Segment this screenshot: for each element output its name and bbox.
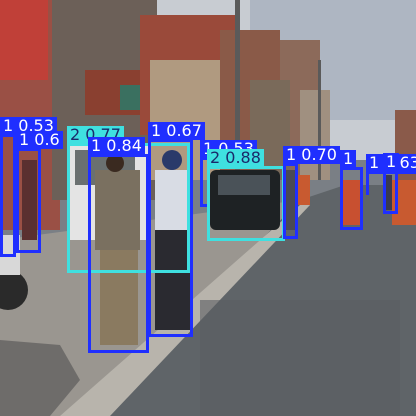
person-detection-box: 1 0.67 <box>148 122 205 337</box>
street-scene-photo: 1 0.53 1 0.6 2 0.77 1 0.67 1 0.84 1 0.53… <box>0 0 416 416</box>
person-detection-label: 1 0.6 <box>16 131 63 149</box>
person-detection-label: 1 0.67 <box>148 122 205 140</box>
person-detection-label: 1 <box>383 153 400 171</box>
person-detection-box: 1 0.6 <box>16 131 63 253</box>
person-detection-box: 1 <box>383 153 400 214</box>
person-detection-label: 1 0.84 <box>88 137 145 155</box>
car-detection-box: 2 0.88 <box>207 149 285 241</box>
person-detection-box: 1 0.53 <box>0 117 57 257</box>
person-detection-box: 1 0.84 <box>88 137 149 353</box>
person-detection-box: 1 <box>340 150 363 230</box>
car-detection-label: 2 0.88 <box>207 149 264 167</box>
person-detection-label: 1 0.70 <box>283 146 340 164</box>
person-detection-label: 1 <box>340 150 357 168</box>
person-detection-box: 1 0.70 <box>283 146 340 239</box>
